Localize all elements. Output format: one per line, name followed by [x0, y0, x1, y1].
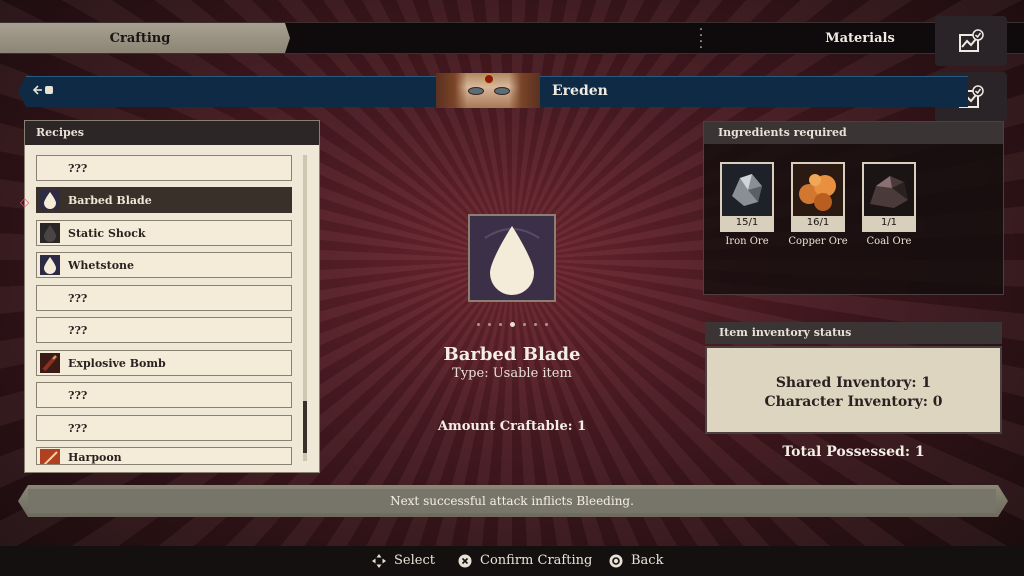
chart-check-icon [959, 29, 984, 52]
back-label: Back [631, 553, 664, 568]
amount-craftable: Amount Craftable: 1 [437, 419, 587, 434]
tab-materials-label: Materials [825, 30, 895, 46]
recipe-item[interactable]: ??? [36, 415, 292, 441]
ingredient-coal-ore[interactable]: 1/1 Coal Ore [862, 162, 916, 247]
recipe-item[interactable]: ??? [36, 317, 292, 343]
portrait-eye [494, 87, 510, 95]
recipe-label: Explosive Bomb [68, 356, 166, 370]
page-dot-active [509, 322, 515, 327]
page-dot [533, 323, 537, 326]
tab-separator-icon: · · · · [698, 22, 704, 56]
item-page-dots [466, 322, 558, 327]
back-arrow-icon [32, 85, 53, 95]
select-hint[interactable]: Select [372, 553, 435, 568]
total-possessed: Total Possessed: 1 [782, 444, 925, 460]
drop-icon [40, 255, 60, 275]
ingredient-name: Iron Ore [725, 236, 769, 247]
drop-icon [40, 190, 60, 210]
recipe-label: ??? [68, 388, 88, 402]
portrait-eye [468, 87, 484, 95]
iron-ore-icon [722, 164, 772, 216]
recipe-label: Static Shock [68, 226, 146, 240]
recipe-label: ??? [68, 291, 88, 305]
page-dot [487, 323, 491, 326]
ingredient-copper-ore[interactable]: 16/1 Copper Ore [788, 162, 848, 247]
tab-crafting-label: Crafting [109, 30, 171, 46]
page-dot [522, 323, 526, 326]
tab-bar: Crafting · · · · Materials [0, 22, 1024, 56]
recipe-item[interactable]: ??? [36, 155, 292, 181]
coal-ore-icon [864, 164, 914, 216]
recipe-label: Barbed Blade [68, 193, 152, 207]
tab-materials[interactable]: Materials [760, 23, 960, 53]
dpad-icon [372, 553, 386, 568]
recipe-item[interactable]: ??? [36, 382, 292, 408]
confirm-label: Confirm Crafting [480, 553, 593, 568]
harpoon-icon [40, 449, 60, 464]
recipe-item[interactable]: Harpoon [36, 447, 292, 465]
bomb-icon [40, 353, 60, 373]
page-dot [544, 323, 548, 326]
selected-item-name: Barbed Blade [443, 344, 581, 365]
circlet-gem-icon [484, 74, 494, 84]
select-label: Select [394, 553, 435, 568]
selection-cursor-icon: ◇ [20, 195, 30, 209]
status-chart-button-top[interactable] [935, 16, 1007, 66]
recipe-item-selected[interactable]: Barbed Blade [36, 187, 292, 213]
inventory-header: Item inventory status [705, 322, 1002, 344]
drop-icon [484, 226, 540, 295]
recipe-item[interactable]: Static Shock [36, 220, 292, 246]
dark-drop-icon [40, 223, 60, 243]
ingredient-iron-ore[interactable]: 15/1 Iron Ore [720, 162, 774, 247]
cross-button-icon [458, 554, 472, 568]
recipe-label: ??? [68, 161, 88, 175]
ingredient-count: 1/1 [880, 217, 898, 228]
page-dot [476, 323, 480, 326]
recipe-item[interactable]: ??? [36, 285, 292, 311]
ingredients-panel: Ingredients required 15/1 Iron Ore 16/1 … [703, 121, 1004, 295]
selected-item-type: Type: Usable item [452, 366, 572, 381]
ingredient-count: 15/1 [735, 217, 759, 228]
recipe-label: Whetstone [68, 258, 135, 272]
tab-crafting[interactable]: Crafting [0, 23, 290, 53]
copper-ore-icon [793, 164, 843, 216]
ingredients-header: Ingredients required [704, 122, 1003, 144]
recipe-item[interactable]: Whetstone [36, 252, 292, 278]
recipe-label: ??? [68, 323, 88, 337]
item-description: Next successful attack inflicts Bleeding… [28, 489, 996, 513]
recipes-scroll-thumb[interactable] [303, 401, 307, 453]
selected-item-icon [468, 214, 556, 302]
back-button[interactable] [32, 84, 54, 98]
circle-button-icon [609, 554, 623, 568]
page-dot [498, 323, 502, 326]
inventory-status-box: Shared Inventory: 1 Character Inventory:… [705, 346, 1002, 434]
character-name: Ereden [552, 83, 608, 99]
ingredient-count: 16/1 [806, 217, 830, 228]
recipe-item[interactable]: Explosive Bomb [36, 350, 292, 376]
character-inventory: Character Inventory: 0 [764, 394, 943, 410]
ingredient-name: Copper Ore [788, 236, 848, 247]
confirm-crafting-hint[interactable]: Confirm Crafting [458, 553, 592, 568]
back-hint[interactable]: Back [609, 553, 663, 568]
recipes-panel: Recipes ??? Barbed Blade Static Shock Wh… [24, 120, 320, 473]
recipe-label: ??? [68, 421, 88, 435]
recipe-label: Harpoon [68, 451, 122, 464]
recipes-header: Recipes [25, 121, 319, 145]
character-portrait [436, 73, 540, 108]
ingredient-name: Coal Ore [866, 236, 912, 247]
shared-inventory: Shared Inventory: 1 [775, 375, 932, 391]
